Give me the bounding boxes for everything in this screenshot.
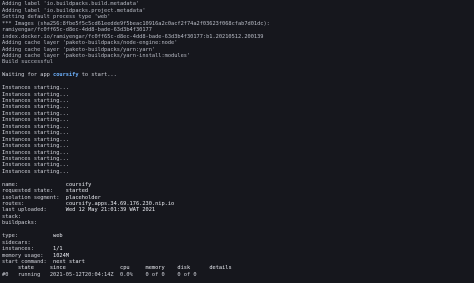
waiting-suffix: to start... <box>78 72 117 79</box>
table-cell: 0.0% <box>120 271 146 278</box>
app-info-value: started <box>65 188 89 195</box>
process-info-label: memory usage: <box>2 252 54 259</box>
table-cell: 2021-05-12T20:04:14Z <box>49 271 121 278</box>
app-info-label: stack: <box>2 213 66 220</box>
instances-starting-text: Instances starting... <box>2 143 69 150</box>
process-info-value: 1024M <box>53 252 69 259</box>
process-info-value: 1/1 <box>53 246 63 253</box>
app-info-value: placeholder <box>65 194 101 201</box>
table-cell: running <box>17 271 50 278</box>
app-info-label: requested state: <box>2 188 66 195</box>
build-log-text: Build successful <box>2 59 54 66</box>
table-header-cell <box>2 265 18 271</box>
build-log-text: Adding label 'io.buildpacks.build.metada… <box>2 1 140 8</box>
app-info-value: Wed 12 May 21:01:39 WAT 2021 <box>65 207 156 214</box>
app-info-label: buildpacks: <box>2 220 66 227</box>
app-name: coursify <box>53 72 79 79</box>
terminal-window[interactable]: Adding label 'io.buildpacks.lifecycle.me… <box>0 0 474 283</box>
app-info-label: last uploaded: <box>2 207 66 214</box>
instances-starting-text: Instances starting... <box>2 155 69 162</box>
build-log-text: Adding cache layer 'paketo-buildpacks/ya… <box>2 46 156 53</box>
app-info-value: coursify.apps.34.69.176.230.nip.io <box>65 201 175 207</box>
build-log-text: Adding label 'io.buildpacks.project.meta… <box>2 7 146 14</box>
build-log-text: Adding cache layer 'paketo-buildpacks/no… <box>2 40 178 47</box>
table-header-cell: since <box>49 265 121 272</box>
table-cell: 0 of 0 <box>177 271 210 278</box>
table-cell: 0 of 0 <box>145 271 178 278</box>
app-info-label: name: <box>2 181 66 188</box>
terminal-output: Adding label 'io.buildpacks.lifecycle.me… <box>0 0 270 278</box>
instances-starting-text: Instances starting... <box>2 136 69 143</box>
build-log-text: ramiyengar/fc0ff65c-d8ec-4dd8-bade-63d3b… <box>2 27 152 34</box>
process-info-value: web <box>53 233 63 240</box>
table-header-cell: details <box>209 265 242 272</box>
table-header-cell: state <box>17 265 50 272</box>
instances-starting-text: Instances starting... <box>2 130 69 137</box>
instances-starting-text: Instances starting... <box>2 123 69 130</box>
app-info-value: coursify <box>65 181 92 188</box>
table-header-cell: memory <box>145 265 178 272</box>
instances-starting-text: Instances starting... <box>2 149 69 156</box>
build-log-text: Setting default process type 'web' <box>2 14 111 21</box>
instances-starting-text: Instances starting... <box>2 162 69 169</box>
instance-table-row: #0 running 2021-05-12T20:04:14Z 0.0% 0 o… <box>2 272 270 278</box>
process-info-label: instances: <box>2 246 54 253</box>
build-log-text: index.docker.io/ramiyengar/fc0ff65c-d8ec… <box>2 33 264 40</box>
instances-starting-text: Instances starting... <box>2 85 69 92</box>
build-log-text: Adding cache layer 'paketo-buildpacks/ya… <box>2 52 191 59</box>
instances-starting-text: Instances starting... <box>2 117 69 124</box>
process-info-label: start command: <box>2 258 54 265</box>
instances-starting-text: Instances starting... <box>2 98 69 104</box>
instances-starting-text: Instances starting... <box>2 168 69 175</box>
instances-starting-text: Instances starting... <box>2 104 69 111</box>
app-info-label: routes: <box>2 201 66 207</box>
build-log-text: *** Images (sha256:8fbe5f5c5cd61eedde9f5… <box>2 20 270 27</box>
process-info-value: next start <box>53 258 85 265</box>
app-info-label: isolation segment: <box>2 194 66 201</box>
process-info-label: type: <box>2 233 54 240</box>
waiting-prefix: Waiting for app <box>2 72 54 79</box>
table-cell <box>209 272 241 278</box>
process-info-label: sidecars: <box>2 239 54 246</box>
instances-starting-text: Instances starting... <box>2 110 69 117</box>
table-header-cell: cpu <box>120 265 146 272</box>
instances-starting-text: Instances starting... <box>2 91 69 98</box>
table-cell: #0 <box>2 271 18 278</box>
table-header-cell: disk <box>177 265 210 272</box>
